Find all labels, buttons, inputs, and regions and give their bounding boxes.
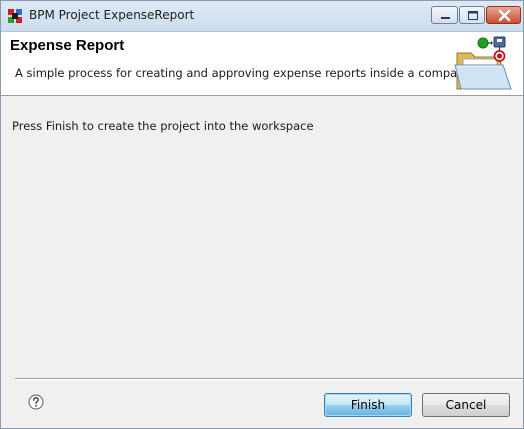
- content-area: Press Finish to create the project into …: [1, 96, 523, 378]
- instruction-text: Press Finish to create the project into …: [12, 119, 314, 133]
- close-icon: [498, 9, 511, 22]
- footer-separator: [15, 378, 523, 380]
- page-title: Expense Report: [10, 37, 125, 54]
- help-icon[interactable]: [28, 394, 44, 410]
- page-description: A simple process for creating and approv…: [15, 66, 472, 80]
- finish-button[interactable]: Finish: [324, 393, 412, 417]
- window-title: BPM Project ExpenseReport: [29, 8, 195, 22]
- cancel-button[interactable]: Cancel: [422, 393, 510, 417]
- minimize-icon: [441, 17, 450, 19]
- bpm-app-icon: [8, 9, 22, 23]
- dialog-window: BPM Project ExpenseReport Expense Report…: [0, 0, 524, 429]
- maximize-icon: [468, 11, 478, 20]
- minimize-button[interactable]: [431, 6, 458, 24]
- close-button[interactable]: [486, 6, 521, 24]
- open-folder-process-icon: [454, 36, 512, 90]
- header-banner: Expense Report A simple process for crea…: [1, 32, 523, 96]
- maximize-button[interactable]: [459, 6, 485, 24]
- title-bar[interactable]: BPM Project ExpenseReport: [1, 1, 523, 32]
